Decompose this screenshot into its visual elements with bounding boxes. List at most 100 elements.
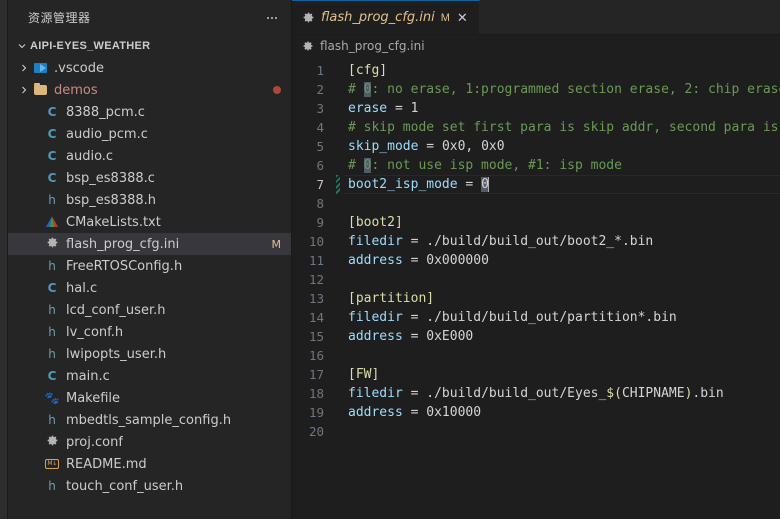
code-line[interactable]: 6 # 0: not use isp mode, #1: isp mode: [292, 156, 780, 175]
h-file-icon-wrap: h: [44, 346, 60, 362]
line-content: [344, 270, 780, 289]
tree-item-audio-c[interactable]: Caudio.c: [8, 145, 291, 167]
code-line[interactable]: 4 # skip mode set first para is skip addr…: [292, 118, 780, 137]
tab-flash-prog-cfg-ini[interactable]: flash_prog_cfg.ini M ✕: [292, 0, 480, 34]
code-line[interactable]: 10 filedir = ./build/build_out/boot2_*.bi…: [292, 232, 780, 251]
code-token: 0xE000: [426, 329, 474, 344]
tree-item-touch-conf-user-h[interactable]: h touch_conf_user.h: [8, 475, 291, 497]
code-token: 0: [363, 158, 372, 173]
workspace-root-row[interactable]: AIPI-EYES_WEATHER: [8, 35, 291, 57]
line-number: 2: [316, 82, 324, 97]
tree-item-mbedtls-sample-config-h[interactable]: h mbedtls_sample_config.h: [8, 409, 291, 431]
line-number: 7: [316, 177, 324, 192]
h-file-icon: h: [48, 413, 56, 427]
tree-item-vscode[interactable]: .vscode: [8, 57, 291, 79]
breadcrumb-filename[interactable]: flash_prog_cfg.ini: [320, 39, 425, 53]
code-token: 0x10000: [426, 405, 482, 420]
code-line[interactable]: 13 [partition]: [292, 289, 780, 308]
code-token: $(: [606, 386, 622, 401]
line-content: [partition]: [344, 289, 780, 308]
tree-item-8388-pcm-c[interactable]: C 8388_pcm.c: [8, 101, 291, 123]
c-file-icon-wrap: C: [44, 170, 60, 186]
code-line[interactable]: 3 erase = 1: [292, 99, 780, 118]
tree-item-bsp-es8388-h[interactable]: h bsp_es8388.h: [8, 189, 291, 211]
code-line[interactable]: 8: [292, 194, 780, 213]
tree-item-audio-pcm-c[interactable]: Caudio_pcm.c: [8, 123, 291, 145]
tree-item-hal-c[interactable]: Chal.c: [8, 277, 291, 299]
tree-item-flash-prog-cfg-ini[interactable]: flash_prog_cfg.ini M: [8, 233, 291, 255]
activity-bar[interactable]: [0, 0, 8, 519]
gutter-spacer: [334, 99, 344, 118]
code-token: [boot2]: [348, 215, 403, 230]
line-content: [cfg]: [344, 61, 780, 80]
code-token: =: [402, 253, 427, 268]
code-line[interactable]: 7 boot2_isp_mode = 0: [292, 175, 780, 194]
ellipsis-icon[interactable]: [263, 13, 281, 23]
code-line[interactable]: 2 # 0: no erase, 1:programmed section era…: [292, 80, 780, 99]
chevron-down-icon: [14, 38, 30, 54]
tree-item-readme-md[interactable]: M↓ README.md: [8, 453, 291, 475]
code-token: CHIPNAME: [621, 386, 685, 401]
line-number: 5: [316, 139, 324, 154]
c-file-icon-wrap: C: [44, 126, 60, 142]
line-number: 11: [308, 253, 324, 268]
gear-file-icon: [302, 40, 314, 52]
explorer-sidebar: 资源管理器 AIPI-EYES_WEATHER .vscode demos C 838…: [8, 0, 292, 519]
tree-item-lcd-conf-user-h[interactable]: h lcd_conf_user.h: [8, 299, 291, 321]
chevron-right-icon[interactable]: [16, 60, 32, 76]
line-content: address = 0x10000: [344, 403, 780, 422]
tree-item-freertosconfig-h[interactable]: h FreeRTOSConfig.h: [8, 255, 291, 277]
code-line[interactable]: 16: [292, 346, 780, 365]
chevron-right-icon[interactable]: [16, 82, 32, 98]
code-token: 0: [363, 82, 372, 97]
tree-item-lv-conf-h[interactable]: h lv_conf.h: [8, 321, 291, 343]
tree-item-bsp-es8388-c[interactable]: Cbsp_es8388.c: [8, 167, 291, 189]
tree-item-label: lwipopts_user.h: [66, 346, 167, 362]
vscode-folder-icon-wrap: [32, 60, 48, 76]
h-file-icon: h: [48, 259, 56, 273]
tab-label: flash_prog_cfg.ini: [321, 10, 435, 25]
tree-item-lwipopts-user-h[interactable]: h lwipopts_user.h: [8, 343, 291, 365]
tree-item-main-c[interactable]: Cmain.c: [8, 365, 291, 387]
code-line[interactable]: 11 address = 0x000000: [292, 251, 780, 270]
code-line[interactable]: 17 [FW]: [292, 365, 780, 384]
breadcrumb[interactable]: flash_prog_cfg.ini: [292, 35, 780, 57]
gutter-spacer: [334, 403, 344, 422]
h-file-icon-wrap: h: [44, 258, 60, 274]
c-file-icon: C: [47, 149, 57, 163]
code-token: =: [402, 386, 427, 401]
gear-file-icon-wrap: [44, 434, 60, 450]
code-line[interactable]: 14 filedir = ./build/build_out/partition*…: [292, 308, 780, 327]
code-line[interactable]: 9 [boot2]: [292, 213, 780, 232]
tree-item-demos[interactable]: demos: [8, 79, 291, 101]
tree-item-label: lv_conf.h: [66, 324, 124, 340]
code-line[interactable]: 18 filedir = ./build/build_out/Eyes_ $(CHI…: [292, 384, 780, 403]
tree-item-makefile[interactable]: 🐾 Makefile: [8, 387, 291, 409]
code-token: [cfg]: [348, 63, 388, 78]
code-token: =: [402, 329, 427, 344]
tree-item-proj-conf[interactable]: proj.conf: [8, 431, 291, 453]
explorer-header: 资源管理器: [8, 0, 291, 35]
code-line[interactable]: 15 address = 0xE000: [292, 327, 780, 346]
code-line[interactable]: 1 [cfg]: [292, 61, 780, 80]
code-line[interactable]: 12: [292, 270, 780, 289]
code-editor[interactable]: 1 [cfg] 2 # 0: no erase, 1:programmed secti…: [292, 57, 780, 519]
code-line[interactable]: 5 skip_mode = 0x0, 0x0: [292, 137, 780, 156]
gutter-spacer: [334, 80, 344, 99]
line-content: [boot2]: [344, 213, 780, 232]
h-file-icon-wrap: h: [44, 324, 60, 340]
code-token: ./build/build_out/partition*.bin: [426, 310, 677, 325]
c-file-icon: C: [47, 369, 57, 383]
tree-item-cmakelists-txt[interactable]: CMakeLists.txt: [8, 211, 291, 233]
line-content: # skip mode set first para is skip addr,…: [344, 118, 780, 137]
gutter-spacer: [334, 194, 344, 213]
h-file-icon: h: [48, 325, 56, 339]
close-icon[interactable]: ✕: [456, 11, 469, 24]
code-line[interactable]: 19 address = 0x10000: [292, 403, 780, 422]
code-line[interactable]: 20: [292, 422, 780, 441]
code-token: address: [348, 253, 403, 268]
code-token: : no erase, 1:programmed section erase, …: [371, 82, 780, 97]
